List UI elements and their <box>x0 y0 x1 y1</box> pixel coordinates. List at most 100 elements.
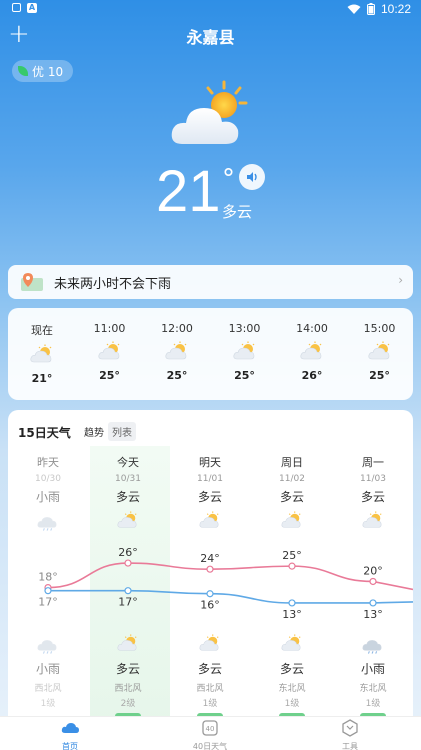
rain-forecast-card[interactable]: 未来两小时不会下雨 › <box>8 265 413 299</box>
hourly-temp: 25° <box>166 369 188 382</box>
partly-cloudy-icon <box>165 341 187 360</box>
hourly-item: 13:00 25° <box>215 308 275 382</box>
home-cloud-icon <box>61 723 79 733</box>
day-wind: 西北风 <box>196 684 224 694</box>
wifi-icon <box>347 4 361 14</box>
day-cond-top: 多云 <box>115 490 140 504</box>
low-temp-line <box>47 589 413 604</box>
tools-icon <box>342 719 358 737</box>
low-temp-point <box>369 599 377 607</box>
day-column[interactable]: 周日 11/02 多云 <box>252 454 332 531</box>
day-column[interactable]: 明天 11/01 多云 <box>170 454 250 531</box>
box-icon <box>12 3 21 12</box>
partly-cloudy-icon <box>233 341 254 360</box>
low-temp-label: 13° <box>282 608 302 621</box>
partly-cloudy-icon <box>117 511 137 528</box>
hourly-time: 13:00 <box>228 322 261 335</box>
day-wind: 东北风 <box>278 684 306 694</box>
day-night-info: 多云 西北风 1级 <box>170 634 250 719</box>
nav-item-1[interactable]: 40 40日天气 <box>180 719 240 750</box>
partly-cloudy-icon <box>281 634 301 651</box>
rain-cloud-icon <box>37 517 57 531</box>
aqi-label: 优 10 <box>32 64 64 79</box>
day-date: 11/03 <box>360 474 386 484</box>
svg-text:40: 40 <box>206 725 215 733</box>
day-name: 周日 <box>281 456 303 469</box>
status-bar: A 10:22 <box>0 0 421 18</box>
nav-label: 首页 <box>62 742 78 750</box>
hourly-time: 11:00 <box>93 322 126 335</box>
speaker-icon[interactable] <box>239 164 265 190</box>
high-temp-label: 18° <box>38 571 58 584</box>
partly-cloudy-icon <box>300 341 322 360</box>
high-temp-line <box>47 562 413 591</box>
day-lvl: 1级 <box>365 699 381 709</box>
day-date: 11/02 <box>279 474 305 484</box>
hourly-item: 15:00 25° <box>350 308 410 382</box>
hourly-item: 12:00 25° <box>147 308 207 382</box>
current-condition: 多云 <box>222 203 253 221</box>
day-cond-bot: 多云 <box>279 662 304 676</box>
aqi-badge[interactable]: 优 10 <box>12 60 74 82</box>
day-cond-top: 多云 <box>279 490 304 504</box>
day-date: 10/31 <box>115 474 141 484</box>
low-temp-point <box>206 590 214 598</box>
day-lvl: 1级 <box>40 699 56 709</box>
current-temperature: 21 <box>156 159 221 224</box>
day-column[interactable]: 今天 10/31 多云 <box>88 454 168 531</box>
high-temp-label: 25° <box>282 549 302 562</box>
partly-cloudy-icon <box>117 634 137 651</box>
day-date: 11/01 <box>197 474 223 484</box>
day-cond-top: 多云 <box>360 490 385 504</box>
high-temp-point <box>124 559 132 567</box>
day-night-info: 多云东北风 1级 <box>252 634 332 719</box>
status-time: 10:22 <box>380 2 411 16</box>
partly-cloudy-icon <box>368 341 389 360</box>
hourly-time: 现在 <box>31 324 53 337</box>
nav-item-2[interactable]: 工具 <box>320 719 380 750</box>
hourly-item: 现在 21° <box>12 308 72 385</box>
hourly-time: 14:00 <box>296 322 328 335</box>
hourly-temp: 21° <box>31 372 53 385</box>
day-column[interactable]: 周一 11/03 多云 <box>333 454 413 531</box>
high-temp-point <box>288 562 296 570</box>
high-temp-point <box>206 565 214 573</box>
low-temp-label: 17° <box>38 596 58 609</box>
low-temp-label: 13° <box>363 608 383 621</box>
low-temp-point <box>124 587 132 595</box>
hourly-item: 11:00 25° <box>80 308 140 382</box>
day-wind: 西北风 <box>34 684 62 694</box>
day-column[interactable]: 昨天 10/30 小雨 <box>8 454 88 531</box>
day-name: 昨天 <box>37 456 59 469</box>
day-night-info: 小雨 东北风 1级 <box>333 634 413 719</box>
low-temp-point <box>288 599 296 607</box>
hourly-item: 14:00 26° <box>282 308 342 382</box>
partly-cloudy-icon <box>199 511 219 528</box>
nav-item-0[interactable]: 首页 <box>40 719 100 750</box>
hourly-forecast[interactable]: 现在 21° 11:00 25° 12:00 25° 13:00 25° 14:00 26° 15:… <box>8 308 413 400</box>
hourly-time: 12:00 <box>161 322 193 335</box>
city-title[interactable]: 永嘉县 <box>0 24 421 48</box>
partly-cloudy-icon <box>171 80 248 144</box>
day-night-info: 多云 西北风 2级 <box>88 634 168 719</box>
day-cond-bot: 多云 <box>197 662 222 676</box>
hourly-temp: 25° <box>99 369 120 382</box>
day-lvl: 2级 <box>120 699 136 709</box>
rain-cloud-icon <box>37 640 57 654</box>
hourly-temp: 25° <box>369 369 390 382</box>
day-cond-bot: 小雨 <box>35 662 60 676</box>
leaf-icon <box>18 66 28 76</box>
rain-cloud-icon <box>362 640 382 654</box>
day-cond-bot: 小雨 <box>360 662 385 676</box>
day-cond-bot: 多云 <box>115 662 140 676</box>
a-icon: A <box>27 3 37 13</box>
day-cond-top: 小雨 <box>35 490 60 504</box>
daily-forecast: 15日天气 趋势 列表 18° 26° 24° 25° 20° 17° 17° 16° 13° 1… <box>8 410 413 730</box>
partly-cloudy-icon <box>362 511 382 528</box>
chevron-right-icon: › <box>398 273 403 287</box>
partly-cloudy-icon <box>30 344 52 363</box>
day-lvl: 1级 <box>284 699 300 709</box>
calendar-40-icon: 40 <box>202 720 218 736</box>
high-temp-label: 24° <box>200 552 220 565</box>
high-temp-point <box>369 577 377 586</box>
